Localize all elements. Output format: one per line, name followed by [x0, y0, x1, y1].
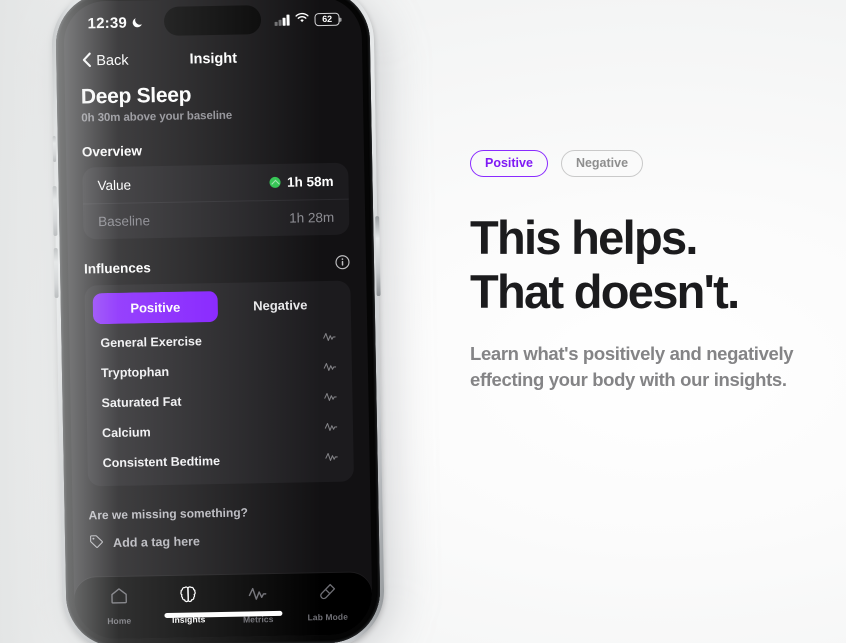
- page-background: 12:39 62 Back Insight Deep Sleep 0h 30m …: [0, 0, 846, 643]
- overview-baseline-amount: 1h 28m: [289, 209, 335, 226]
- influence-name: Saturated Fat: [101, 394, 182, 411]
- battery-icon: 62: [314, 12, 340, 26]
- info-circle-icon[interactable]: [335, 255, 350, 273]
- activity-wave-icon: [323, 389, 337, 408]
- list-item[interactable]: General Exercise: [85, 324, 352, 359]
- influence-name: Calcium: [101, 425, 151, 441]
- back-label: Back: [96, 52, 129, 70]
- list-item[interactable]: Saturated Fat: [86, 384, 353, 419]
- promo-headline: This helps. That doesn't.: [470, 211, 830, 318]
- test-tube-icon: [317, 582, 337, 607]
- segment-positive[interactable]: Positive: [92, 291, 219, 325]
- activity-wave-icon: [247, 583, 268, 609]
- phone-mockup: 12:39 62 Back Insight Deep Sleep 0h 30m …: [50, 0, 396, 643]
- tab-metrics[interactable]: Metrics: [223, 583, 293, 637]
- promo-panel: Positive Negative This helps. That doesn…: [470, 150, 830, 394]
- promo-headline-line1: This helps.: [470, 211, 698, 265]
- status-time-group: 12:39: [87, 14, 144, 32]
- influence-name: General Exercise: [100, 334, 203, 351]
- overview-heading: Overview: [81, 140, 348, 160]
- influences-card: Positive Negative General Exercise Trypt…: [84, 280, 355, 487]
- trend-up-green-icon: [269, 176, 282, 188]
- influences-heading: Influences: [84, 255, 350, 278]
- cellular-signal-icon: [274, 14, 290, 26]
- tab-home[interactable]: Home: [84, 585, 154, 639]
- influences-segmented-control: Positive Negative: [92, 289, 344, 325]
- overview-value-amount-group: 1h 58m: [269, 173, 334, 190]
- back-button[interactable]: Back: [82, 51, 129, 71]
- battery-level: 62: [322, 13, 332, 24]
- influences-heading-label: Influences: [83, 259, 151, 276]
- add-tag-button[interactable]: Add a tag here: [89, 530, 355, 553]
- influences-segmented-wrap: Positive Negative: [84, 281, 351, 327]
- activity-wave-icon: [323, 359, 337, 378]
- feedback-prompt: Are we missing something?: [88, 505, 249, 523]
- overview-value-label: Value: [97, 177, 132, 193]
- list-item[interactable]: Consistent Bedtime: [87, 444, 354, 479]
- overview-value-amount: 1h 58m: [286, 173, 334, 190]
- status-bar: 12:39 62: [63, 0, 362, 46]
- list-item[interactable]: Calcium: [87, 414, 354, 449]
- wifi-icon: [294, 10, 309, 28]
- overview-row-value[interactable]: Value 1h 58m: [82, 163, 349, 204]
- chip-positive[interactable]: Positive: [470, 150, 548, 178]
- overview-baseline-label: Baseline: [98, 213, 151, 230]
- insight-title: Deep Sleep: [80, 83, 192, 109]
- phone-screen: 12:39 62 Back Insight Deep Sleep 0h 30m …: [63, 0, 373, 640]
- influences-list: General Exercise Tryptophan Saturated Fa…: [85, 322, 354, 487]
- influence-name: Tryptophan: [100, 364, 170, 381]
- activity-wave-icon: [324, 449, 338, 468]
- tab-insights[interactable]: Insights: [153, 584, 223, 638]
- brain-icon: [178, 584, 198, 609]
- activity-wave-icon: [324, 419, 338, 438]
- page-title-nav: Insight: [189, 50, 238, 68]
- tab-lab-mode-label: Lab Mode: [307, 611, 349, 623]
- screen-content: Deep Sleep 0h 30m above your baseline Ov…: [65, 72, 372, 577]
- crescent-moon-icon: [132, 16, 144, 28]
- overview-row-baseline[interactable]: Baseline 1h 28m: [82, 198, 350, 240]
- tag-icon: [89, 534, 104, 552]
- tab-bar: Home Insights Metrics Lab Mode: [73, 572, 373, 640]
- activity-wave-icon: [322, 329, 336, 348]
- overview-heading-label: Overview: [81, 143, 143, 160]
- status-time: 12:39: [87, 14, 128, 32]
- house-icon: [109, 586, 129, 611]
- silence-switch[interactable]: [52, 135, 57, 163]
- status-indicators: 62: [274, 10, 340, 29]
- add-tag-label: Add a tag here: [112, 534, 201, 550]
- chip-negative[interactable]: Negative: [560, 150, 644, 178]
- tab-lab-mode[interactable]: Lab Mode: [292, 581, 362, 635]
- list-item[interactable]: Tryptophan: [86, 354, 353, 389]
- promo-chips: Positive Negative: [470, 150, 830, 178]
- tab-home-label: Home: [107, 615, 132, 627]
- dynamic-island: [163, 5, 262, 36]
- overview-card: Value 1h 58m Baseline 1h 28m: [82, 162, 350, 240]
- chevron-left-icon: [82, 52, 92, 71]
- influence-name: Consistent Bedtime: [102, 453, 221, 471]
- promo-headline-line2: That doesn't.: [470, 264, 740, 318]
- segment-negative[interactable]: Negative: [218, 289, 344, 322]
- insight-subtitle: 0h 30m above your baseline: [81, 109, 233, 125]
- promo-subcopy: Learn what's positively and negatively e…: [470, 342, 794, 391]
